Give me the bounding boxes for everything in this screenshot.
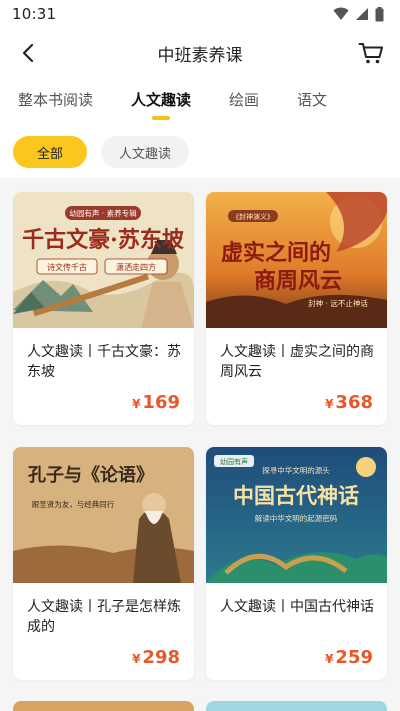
cover-tag: 跟圣贤为友，与经典同行 — [32, 499, 115, 509]
cover-headline: 千古文豪·苏东坡 — [22, 227, 184, 253]
course-cover-image: 幼园有声 探寻中华文明的源头 中国古代神话 解读中华文明的起源密码 — [206, 447, 387, 583]
filter-chip-all[interactable]: 全部 — [13, 136, 88, 168]
price-value: 298 — [142, 647, 180, 668]
filter-chip-humanities[interactable]: 人文趣读 — [101, 136, 190, 168]
status-time: 10:31 — [12, 5, 57, 23]
currency-symbol: ¥ — [325, 397, 334, 411]
tab-label: 人文趣读 — [131, 90, 192, 109]
currency-symbol: ¥ — [325, 652, 334, 666]
course-price: ¥ 368 — [325, 392, 373, 413]
course-title: 人文趣读丨千古文豪：苏东坡 — [27, 344, 181, 380]
course-price: ¥ 169 — [132, 392, 180, 413]
course-price: ¥ 298 — [132, 647, 180, 668]
cover-tag: 潇洒走四方 — [116, 262, 156, 272]
course-card[interactable]: 幼园有声 · 素养专辑 千古文豪·苏东坡 诗文传千古 潇洒走四方 人文趣读丨千古… — [13, 192, 194, 425]
tab-chinese[interactable]: 语文 — [297, 89, 327, 116]
active-tab-indicator — [152, 115, 171, 120]
course-cover-image: 幼园有声 · 素养专辑 千古文豪·苏东坡 诗文传千古 潇洒走四方 — [13, 192, 194, 328]
next-course-card-peek[interactable] — [206, 701, 387, 711]
cover-brand: 《封神演义》 — [232, 212, 274, 221]
back-button[interactable] — [14, 39, 42, 67]
cover-headline: 中国古代神话 — [233, 483, 359, 508]
currency-symbol: ¥ — [132, 397, 141, 411]
course-card[interactable]: 孔子与《论语》 跟圣贤为友，与经典同行 人文趣读丨孔子是怎样炼成的 ¥ 298 — [13, 447, 194, 680]
status-bar: 10:31 — [0, 0, 400, 28]
price-value: 169 — [142, 392, 180, 413]
battery-icon — [375, 6, 384, 21]
wifi-icon — [333, 7, 349, 20]
tab-painting[interactable]: 绘画 — [229, 89, 259, 116]
course-price: ¥ 259 — [325, 647, 373, 668]
status-icons — [333, 6, 384, 22]
cover-subtitle: 探寻中华文明的源头 — [262, 465, 330, 475]
tab-whole-book-reading[interactable]: 整本书阅读 — [18, 89, 93, 116]
next-course-card-peek[interactable] — [13, 701, 194, 711]
cover-headline: 商周风云 — [254, 268, 342, 294]
course-grid: 幼园有声 · 素养专辑 千古文豪·苏东坡 诗文传千古 潇洒走四方 人文趣读丨千古… — [13, 192, 387, 680]
currency-symbol: ¥ — [132, 652, 141, 666]
course-title: 人文趣读丨中国古代神话 — [220, 599, 374, 615]
tab-humanities-reading[interactable]: 人文趣读 — [131, 89, 192, 120]
app-header: 中班素养课 — [0, 28, 400, 78]
course-title: 人文趣读丨孔子是怎样炼成的 — [27, 599, 181, 635]
price-value: 368 — [335, 392, 373, 413]
cart-button[interactable] — [356, 38, 386, 68]
course-card[interactable]: 幼园有声 探寻中华文明的源头 中国古代神话 解读中华文明的起源密码 人文趣读丨中… — [206, 447, 387, 680]
filter-chips: 全部 人文趣读 — [0, 126, 400, 178]
cover-headline: 孔子与《论语》 — [28, 464, 154, 486]
course-cover-image: 《封神演义》 虚实之间的 商周风云 封神 · 远不止神话 — [206, 192, 387, 328]
cover-tag: 解读中华文明的起源密码 — [255, 513, 338, 523]
page-title: 中班素养课 — [157, 45, 243, 66]
price-value: 259 — [335, 647, 373, 668]
cover-brand: 幼园有声 · 素养专辑 — [69, 208, 137, 218]
cover-headline: 虚实之间的 — [221, 240, 331, 266]
cover-tag: 封神 · 远不止神话 — [308, 298, 368, 308]
cover-tag: 诗文传千古 — [47, 262, 87, 272]
signal-icon — [356, 8, 368, 20]
course-cover-image: 孔子与《论语》 跟圣贤为友，与经典同行 — [13, 447, 194, 583]
cover-brand: 幼园有声 — [220, 457, 248, 466]
cart-icon — [358, 43, 383, 64]
course-title: 人文趣读丨虚实之间的商周风云 — [220, 344, 374, 380]
chevron-left-icon — [22, 43, 34, 63]
course-card[interactable]: 《封神演义》 虚实之间的 商周风云 封神 · 远不止神话 人文趣读丨虚实之间的商… — [206, 192, 387, 425]
category-tabs: 整本书阅读 人文趣读 绘画 语文 — [0, 78, 400, 126]
